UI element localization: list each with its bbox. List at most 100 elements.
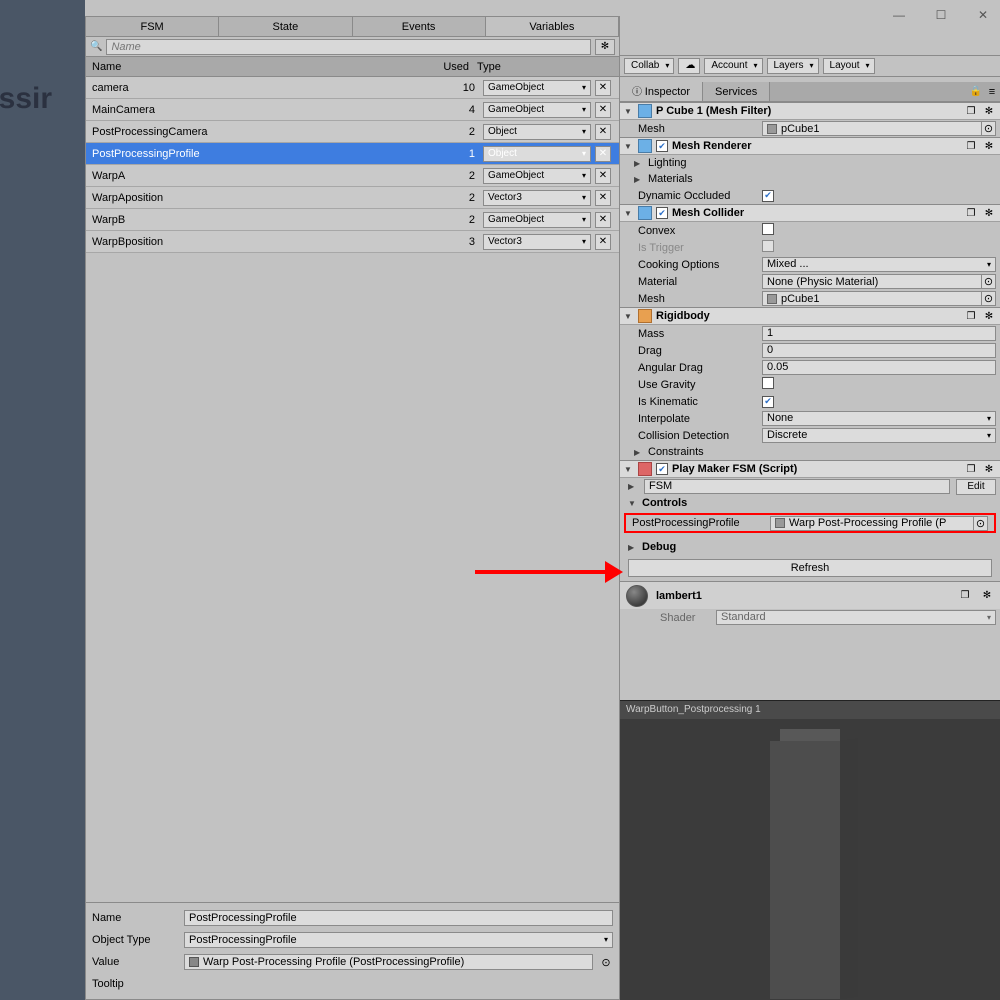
component-gear-icon[interactable]: ✻ — [980, 590, 994, 601]
detail-objtype-dropdown[interactable]: PostProcessingProfile — [184, 932, 613, 948]
delete-variable-button[interactable]: ✕ — [595, 234, 611, 250]
controls-foldout[interactable]: ▼Controls — [620, 495, 1000, 511]
header-type[interactable]: Type — [477, 61, 613, 73]
variable-type-dropdown[interactable]: GameObject — [483, 102, 591, 118]
shader-dropdown[interactable]: Standard — [716, 610, 996, 625]
playmaker-var-objectfield[interactable]: Warp Post-Processing Profile (P⊙ — [770, 516, 988, 531]
mesh-objectfield[interactable]: pCube1⊙ — [762, 121, 996, 136]
help-icon[interactable]: ❐ — [964, 464, 978, 475]
variable-search-input[interactable] — [106, 39, 591, 55]
playmaker-enabled-checkbox[interactable]: ✔ — [656, 463, 668, 475]
fsm-name-input[interactable]: FSM — [644, 479, 950, 494]
variable-type-dropdown[interactable]: Object — [483, 146, 591, 162]
cloud-icon[interactable]: ☁ — [678, 58, 700, 74]
delete-variable-button[interactable]: ✕ — [595, 124, 611, 140]
maximize-icon[interactable]: ☐ — [934, 9, 948, 23]
variable-row[interactable]: MainCamera4GameObject✕ — [86, 99, 619, 121]
component-gear-icon[interactable]: ✻ — [982, 208, 996, 219]
object-picker-icon[interactable]: ⊙ — [981, 122, 995, 135]
header-used[interactable]: Used — [429, 61, 477, 73]
dynamic-occluded-checkbox[interactable]: ✔ — [762, 190, 774, 202]
object-picker-icon[interactable]: ⊙ — [599, 956, 613, 969]
foldout-icon[interactable]: ▼ — [624, 312, 634, 321]
colldet-dropdown[interactable]: Discrete — [762, 428, 996, 443]
detail-value-objectfield[interactable]: Warp Post-Processing Profile (PostProces… — [184, 954, 593, 970]
variable-type-dropdown[interactable]: GameObject — [483, 168, 591, 184]
tab-services[interactable]: Services — [703, 82, 770, 101]
tab-fsm[interactable]: FSM — [86, 17, 219, 36]
delete-variable-button[interactable]: ✕ — [595, 168, 611, 184]
component-gear-icon[interactable]: ✻ — [982, 106, 996, 117]
inspector-menu-icon[interactable]: ≡ — [984, 82, 1000, 101]
component-playmaker-fsm[interactable]: ▼ ✔ Play Maker FSM (Script) ❐ ✻ — [620, 460, 1000, 478]
preview-viewport[interactable] — [620, 719, 1000, 1000]
object-picker-icon[interactable]: ⊙ — [981, 275, 995, 288]
mesh-collider-enabled-checkbox[interactable]: ✔ — [656, 207, 668, 219]
help-icon[interactable]: ❐ — [964, 141, 978, 152]
interp-dropdown[interactable]: None — [762, 411, 996, 426]
materials-foldout[interactable]: ▶Materials — [620, 171, 1000, 187]
collab-button[interactable]: Collab — [624, 58, 674, 74]
refresh-button[interactable]: Refresh — [628, 559, 992, 577]
lighting-foldout[interactable]: ▶Lighting — [620, 155, 1000, 171]
help-icon[interactable]: ❐ — [958, 590, 972, 601]
mass-input[interactable]: 1 — [762, 326, 996, 341]
delete-variable-button[interactable]: ✕ — [595, 146, 611, 162]
component-mesh-filter[interactable]: ▼ P Cube 1 (Mesh Filter) ❐ ✻ — [620, 102, 1000, 120]
variable-type-dropdown[interactable]: GameObject — [483, 212, 591, 228]
help-icon[interactable]: ❐ — [964, 106, 978, 117]
variable-type-dropdown[interactable]: Vector3 — [483, 234, 591, 250]
detail-name-input[interactable]: PostProcessingProfile — [184, 910, 613, 926]
variable-settings-gear-icon[interactable]: ✻ — [595, 39, 615, 55]
angdrag-input[interactable]: 0.05 — [762, 360, 996, 375]
foldout-icon[interactable]: ▶ — [628, 482, 638, 491]
account-button[interactable]: Account — [704, 58, 762, 74]
foldout-icon[interactable]: ▼ — [624, 107, 634, 116]
variable-type-dropdown[interactable]: Vector3 — [483, 190, 591, 206]
tab-variables[interactable]: Variables — [486, 17, 619, 36]
help-icon[interactable]: ❐ — [964, 311, 978, 322]
variable-row[interactable]: WarpA2GameObject✕ — [86, 165, 619, 187]
cooking-dropdown[interactable]: Mixed ... — [762, 257, 996, 272]
close-icon[interactable]: ✕ — [976, 9, 990, 23]
layout-button[interactable]: Layout — [823, 58, 875, 74]
physmat-objectfield[interactable]: None (Physic Material)⊙ — [762, 274, 996, 289]
variable-row[interactable]: WarpB2GameObject✕ — [86, 209, 619, 231]
component-gear-icon[interactable]: ✻ — [982, 141, 996, 152]
foldout-icon[interactable]: ▼ — [624, 142, 634, 151]
help-icon[interactable]: ❐ — [964, 208, 978, 219]
variable-type-dropdown[interactable]: Object — [483, 124, 591, 140]
object-picker-icon[interactable]: ⊙ — [981, 292, 995, 305]
component-rigidbody[interactable]: ▼ Rigidbody ❐ ✻ — [620, 307, 1000, 325]
layers-button[interactable]: Layers — [767, 58, 819, 74]
component-mesh-renderer[interactable]: ▼ ✔ Mesh Renderer ❐ ✻ — [620, 137, 1000, 155]
variable-type-dropdown[interactable]: GameObject — [483, 80, 591, 96]
variable-row[interactable]: WarpBposition3Vector3✕ — [86, 231, 619, 253]
collider-mesh-objectfield[interactable]: pCube1⊙ — [762, 291, 996, 306]
variable-row[interactable]: PostProcessingProfile1Object✕ — [86, 143, 619, 165]
debug-foldout[interactable]: ▶Debug — [620, 539, 1000, 555]
iskin-checkbox[interactable]: ✔ — [762, 396, 774, 408]
delete-variable-button[interactable]: ✕ — [595, 190, 611, 206]
constraints-foldout[interactable]: ▶Constraints — [620, 444, 1000, 460]
tab-state[interactable]: State — [219, 17, 352, 36]
tab-events[interactable]: Events — [353, 17, 486, 36]
fsm-edit-button[interactable]: Edit — [956, 479, 996, 495]
delete-variable-button[interactable]: ✕ — [595, 212, 611, 228]
component-gear-icon[interactable]: ✻ — [982, 311, 996, 322]
delete-variable-button[interactable]: ✕ — [595, 80, 611, 96]
component-mesh-collider[interactable]: ▼ ✔ Mesh Collider ❐ ✻ — [620, 204, 1000, 222]
variable-row[interactable]: WarpAposition2Vector3✕ — [86, 187, 619, 209]
drag-input[interactable]: 0 — [762, 343, 996, 358]
foldout-icon[interactable]: ▼ — [624, 209, 634, 218]
delete-variable-button[interactable]: ✕ — [595, 102, 611, 118]
mesh-renderer-enabled-checkbox[interactable]: ✔ — [656, 140, 668, 152]
object-picker-icon[interactable]: ⊙ — [973, 517, 987, 530]
variable-row[interactable]: camera10GameObject✕ — [86, 77, 619, 99]
header-name[interactable]: Name — [92, 61, 429, 73]
variable-row[interactable]: PostProcessingCamera2Object✕ — [86, 121, 619, 143]
tab-inspector[interactable]: ⓘ Inspector — [620, 82, 703, 101]
minimize-icon[interactable]: — — [892, 9, 906, 23]
component-gear-icon[interactable]: ✻ — [982, 464, 996, 475]
inspector-lock-icon[interactable]: 🔒 — [968, 82, 984, 101]
